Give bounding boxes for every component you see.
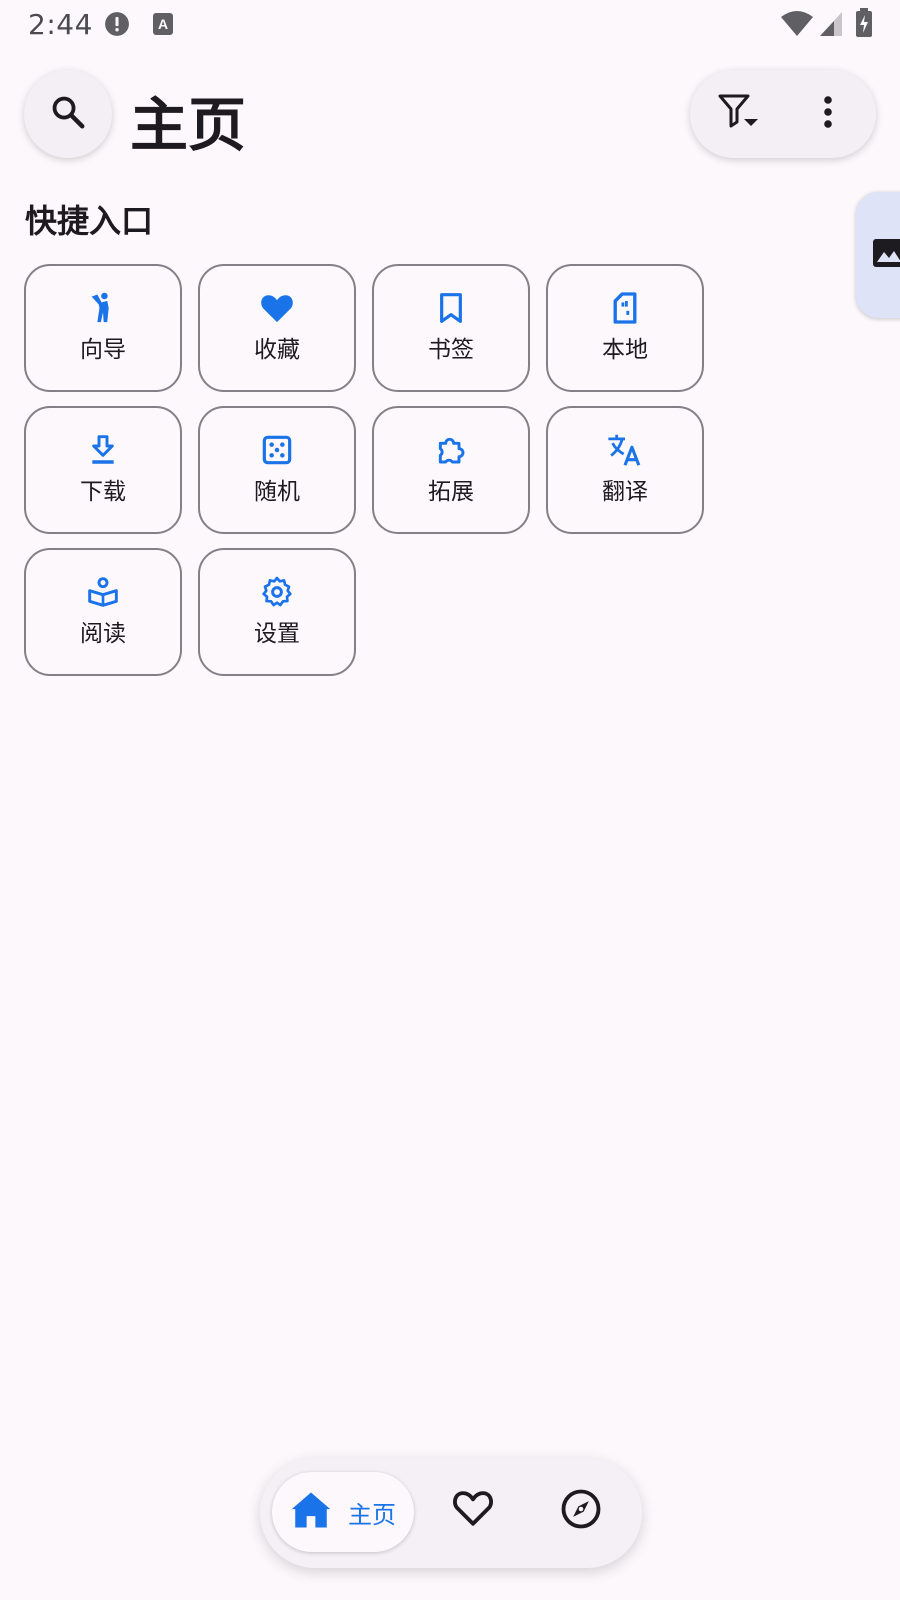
bookmark-icon [437,290,465,326]
page-title: 主页 [130,91,247,159]
more-vert-icon [822,95,834,133]
more-options-button[interactable] [783,70,873,158]
quick-item-bookmarks[interactable]: 书签 [372,264,530,392]
battery-charging-icon [854,8,874,42]
quick-item-translate[interactable]: 翻译 [546,406,704,534]
filter-icon [716,92,760,136]
search-icon [49,93,87,135]
search-button[interactable] [24,70,112,158]
extension-icon [435,432,467,468]
nav-item-home[interactable]: 主页 [272,1472,414,1552]
reading-icon [87,574,119,610]
wifi-icon [780,10,814,42]
quick-item-favorites[interactable]: 收藏 [198,264,356,392]
filter-button[interactable] [693,70,783,158]
nav-item-explore[interactable] [560,1488,602,1534]
guide-icon [86,290,120,326]
quick-item-reading[interactable]: 阅读 [24,548,182,676]
settings-icon [261,574,293,610]
sd-card-icon [611,290,639,326]
nav-item-favorites[interactable] [452,1488,494,1532]
svg-text:A: A [158,16,168,32]
dice-icon [261,432,293,468]
translate-icon [607,432,643,468]
side-image-tab[interactable] [856,192,900,318]
quick-access-title: 快捷入口 [25,202,154,240]
signal-icon [818,10,844,42]
heart-outline-icon [452,1491,494,1532]
download-icon [88,432,118,468]
home-icon [290,1490,332,1534]
status-time: 2:44 [28,8,93,41]
quick-item-settings[interactable]: 设置 [198,548,356,676]
image-icon [872,238,900,272]
quick-access-grid: 向导 收藏 书签 本地 下载 随机 拓展 翻译 阅读 设置 [24,264,704,676]
alert-icon [104,11,130,41]
compass-icon [560,1489,602,1534]
quick-item-extensions[interactable]: 拓展 [372,406,530,534]
quick-item-local[interactable]: 本地 [546,264,704,392]
nav-home-label: 主页 [348,1500,396,1529]
heart-icon [260,290,294,326]
toolbar-actions [690,70,876,158]
quick-item-guide[interactable]: 向导 [24,264,182,392]
screen: 2:44 A 主页 快捷入口 向导 收藏 书签 本地 下载 随机 拓展 翻译 阅… [0,0,900,1600]
bottom-navigation: 主页 [260,1458,642,1568]
quick-item-download[interactable]: 下载 [24,406,182,534]
quick-item-random[interactable]: 随机 [198,406,356,534]
text-a-icon: A [152,12,174,40]
